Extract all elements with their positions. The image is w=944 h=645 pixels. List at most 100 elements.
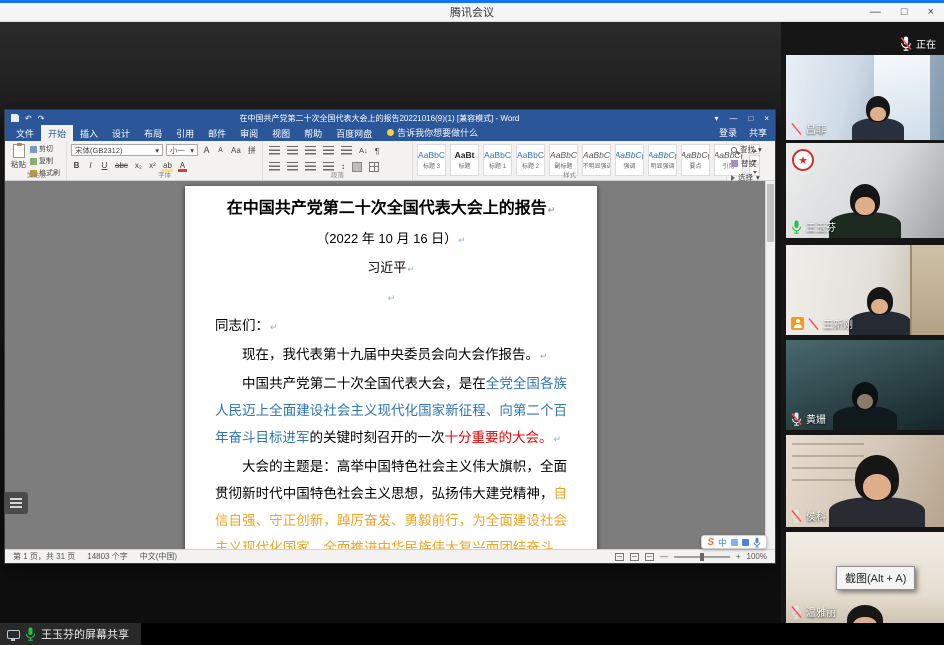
tab-review[interactable]: 审阅 xyxy=(233,125,265,141)
shrink-font-button[interactable]: A xyxy=(215,144,226,156)
paste-icon xyxy=(13,144,25,158)
language-indicator[interactable]: 中文(中国) xyxy=(140,551,177,562)
paragraph-group: A↓ ¶ ↕ 段落 xyxy=(263,141,413,180)
ime-toolbox-icon[interactable] xyxy=(742,539,749,546)
participant-tile[interactable]: 王新刚 xyxy=(786,245,944,335)
participants-sidebar: 正在 吕菲 ★ xyxy=(781,22,944,623)
doc-empty-line: ↵ xyxy=(215,283,567,312)
page-count[interactable]: 第 1 页，共 31 页 xyxy=(13,551,75,562)
school-emblem-icon: ★ xyxy=(792,149,814,171)
replace-button[interactable]: 替换 xyxy=(731,158,762,169)
web-layout-icon[interactable] xyxy=(645,553,654,561)
font-name-combobox[interactable]: 宋体(GB2312) ▾ xyxy=(71,144,163,156)
host-badge-icon xyxy=(791,317,804,330)
zoom-in-button[interactable]: + xyxy=(736,552,741,561)
tab-baidu-netdisk[interactable]: 百度网盘 xyxy=(329,125,379,141)
sign-in-button[interactable]: 登录 xyxy=(719,126,737,139)
paste-button[interactable]: 粘贴 xyxy=(11,144,26,170)
save-icon[interactable] xyxy=(11,114,19,122)
copy-button[interactable]: 复制 xyxy=(30,156,60,166)
print-layout-icon[interactable] xyxy=(630,553,639,561)
participant-tile[interactable]: 侯科 xyxy=(786,435,944,527)
multilevel-list-button[interactable] xyxy=(303,144,318,157)
font-size-combobox[interactable]: 小一 ▾ xyxy=(166,144,198,156)
mic-muted-icon xyxy=(808,317,819,331)
participant-tile[interactable]: 吕菲 xyxy=(786,55,944,140)
undo-icon[interactable]: ↶ xyxy=(25,114,32,123)
tab-mailings[interactable]: 邮件 xyxy=(201,125,233,141)
change-case-button[interactable]: Aa xyxy=(229,144,243,156)
zoom-out-button[interactable]: — xyxy=(660,552,668,561)
find-button[interactable]: 查找▾ xyxy=(731,144,762,155)
increase-indent-button[interactable] xyxy=(339,144,354,157)
word-count[interactable]: 14803 个字 xyxy=(87,551,127,562)
word-minimize-button[interactable]: — xyxy=(729,114,737,123)
styles-group: AaBbC标题 3 AaBt标题 AaBbC标题 1 AaBbC标题 2 AaB… xyxy=(413,141,727,180)
tell-me-box[interactable]: 告诉我你想要做什么 xyxy=(387,126,478,141)
screen-share-banner: 王玉芬的屏幕共享 xyxy=(0,623,141,645)
word-window: ↶ ↷ 在中国共产党第二十次全国代表大会上的报告20221016(9)(1) [… xyxy=(5,110,775,563)
bullets-button[interactable] xyxy=(267,144,282,157)
ime-toolbar[interactable]: S 中 xyxy=(701,535,767,549)
tab-help[interactable]: 帮助 xyxy=(297,125,329,141)
sort-button[interactable]: A↓ xyxy=(357,144,370,157)
tab-view[interactable]: 视图 xyxy=(265,125,297,141)
panel-toggle-button[interactable] xyxy=(4,492,28,514)
word-restore-button[interactable]: □ xyxy=(748,114,753,123)
clipboard-group: 粘贴 剪切 复制 格式刷 剪贴板 xyxy=(7,141,67,180)
zoom-level[interactable]: 100% xyxy=(747,552,767,561)
chevron-down-icon: ▾ xyxy=(758,145,762,154)
participant-tile[interactable]: ★ 王玉芬 xyxy=(786,143,944,238)
ime-keyboard-icon[interactable] xyxy=(731,539,738,546)
select-cursor-icon xyxy=(731,175,735,181)
participant-name: 王新刚 xyxy=(823,316,853,331)
mic-muted-icon xyxy=(791,412,802,426)
word-status-bar: 第 1 页，共 31 页 14803 个字 中文(中国) — + 100% xyxy=(5,549,775,563)
read-mode-icon[interactable] xyxy=(615,553,624,561)
copy-icon xyxy=(30,158,37,165)
tab-insert[interactable]: 插入 xyxy=(73,125,105,141)
paragraph-mark: ↵ xyxy=(548,205,556,215)
doc-author: 习近平↵ xyxy=(215,254,567,283)
document-canvas[interactable]: 在中国共产党第二十次全国代表大会上的报告↵ （2022 年 10 月 16 日）… xyxy=(5,181,775,549)
decrease-indent-button[interactable] xyxy=(321,144,336,157)
zoom-slider[interactable] xyxy=(674,556,730,558)
tab-references[interactable]: 引用 xyxy=(169,125,201,141)
paragraph-mark: ↵ xyxy=(458,235,466,245)
styles-group-label: 样式 xyxy=(413,169,726,179)
show-marks-button[interactable]: ¶ xyxy=(373,144,382,157)
tab-layout[interactable]: 布局 xyxy=(137,125,169,141)
cut-button[interactable]: 剪切 xyxy=(30,144,60,154)
maximize-button[interactable]: □ xyxy=(901,6,908,18)
ribbon-options-icon[interactable]: ▾ xyxy=(714,114,718,123)
zoom-knob[interactable] xyxy=(700,553,704,561)
paragraph-mark: ↵ xyxy=(270,322,278,332)
phonetic-guide-button[interactable]: 拼 xyxy=(246,144,258,156)
word-account-area: 登录 共享 xyxy=(719,126,775,141)
ime-mic-icon[interactable] xyxy=(753,537,761,548)
tab-design[interactable]: 设计 xyxy=(105,125,137,141)
scrollbar-thumb[interactable] xyxy=(767,184,774,242)
participant-tile[interactable]: 黄姗 xyxy=(786,340,944,430)
share-button[interactable]: 共享 xyxy=(749,126,767,139)
tab-file[interactable]: 文件 xyxy=(9,125,41,141)
tab-home[interactable]: 开始 xyxy=(41,125,73,141)
bullets-icon xyxy=(269,146,280,155)
list-icon xyxy=(10,502,22,504)
word-vertical-scrollbar[interactable] xyxy=(765,181,775,549)
paragraph-mark: ↵ xyxy=(407,264,415,274)
word-window-controls: ▾ — □ × xyxy=(714,114,769,123)
minimize-button[interactable]: — xyxy=(870,6,881,18)
participant-name: 温雅丽 xyxy=(806,604,836,619)
word-close-button[interactable]: × xyxy=(764,114,769,123)
close-button[interactable]: × xyxy=(928,6,934,18)
editing-group: 查找▾ 替换 选择▾ xyxy=(727,141,773,180)
bottom-bar: 王玉芬的屏幕共享 xyxy=(0,623,944,645)
numbering-button[interactable] xyxy=(285,144,300,157)
sogou-logo-icon[interactable]: S xyxy=(707,537,714,548)
grow-font-button[interactable]: A xyxy=(201,144,212,156)
ime-mode-toggle[interactable]: 中 xyxy=(718,536,727,549)
redo-icon[interactable]: ↷ xyxy=(38,114,45,123)
lightbulb-icon xyxy=(387,129,394,136)
document-page[interactable]: 在中国共产党第二十次全国代表大会上的报告↵ （2022 年 10 月 16 日）… xyxy=(185,186,597,549)
